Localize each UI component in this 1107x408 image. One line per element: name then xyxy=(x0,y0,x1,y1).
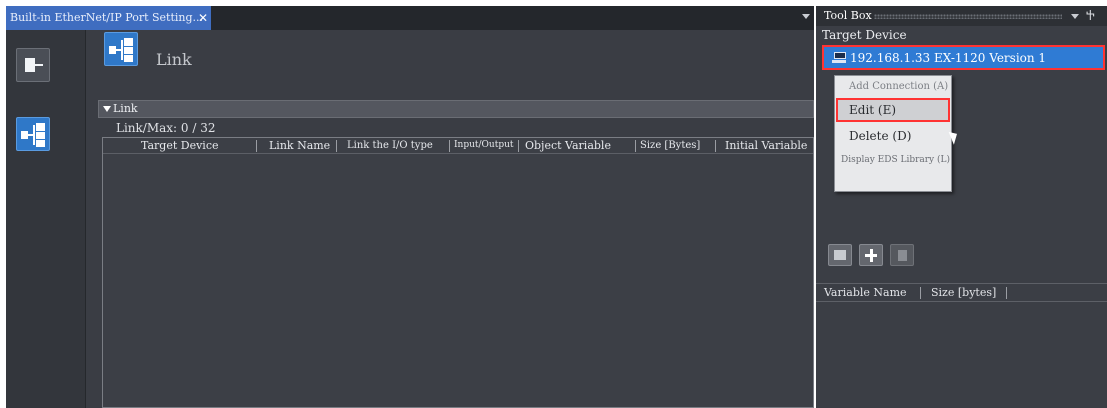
context-menu: Add Connection (A) Edit (E) Delete (D) D… xyxy=(834,75,961,192)
column-size-bytes[interactable]: Size [Bytes] xyxy=(640,140,700,151)
variable-table-header: Variable Name Size [bytes] xyxy=(816,283,1107,302)
page-title: Link xyxy=(156,50,192,69)
link-view-button[interactable] xyxy=(16,117,50,151)
toolbox-title: Tool Box xyxy=(824,9,872,22)
chevron-down-icon[interactable] xyxy=(802,14,810,19)
link-section-header[interactable]: Link xyxy=(98,100,814,118)
pin-icon[interactable]: Ⴕ xyxy=(1086,9,1095,23)
link-header-icon-button xyxy=(104,32,138,66)
chevron-down-icon[interactable] xyxy=(1071,14,1079,19)
device-icon xyxy=(832,52,846,63)
column-input-output[interactable]: Input/Output xyxy=(454,140,514,150)
menu-item-add-connection[interactable]: Add Connection (A) xyxy=(835,76,951,98)
link-icon xyxy=(17,118,49,150)
device-single-button[interactable] xyxy=(16,48,50,82)
device-label: 192.168.1.33 EX-1120 Version 1 xyxy=(850,51,1047,65)
table-header: Target Device Link Name Link the I/O typ… xyxy=(103,138,813,154)
toolbox-pane: Tool Box Ⴕ Target Device 192.168.1.33 EX… xyxy=(816,6,1107,408)
editor-pane: Built-in EtherNet/IP Port Setting... ✕ L… xyxy=(6,6,814,408)
link-count-status: Link/Max: 0 / 32 xyxy=(116,121,216,135)
close-icon[interactable]: ✕ xyxy=(196,6,210,30)
toolbox-header: Tool Box Ⴕ xyxy=(816,6,1107,26)
folder-button[interactable] xyxy=(828,244,852,266)
column-target-device[interactable]: Target Device xyxy=(141,139,219,152)
device-single-icon xyxy=(25,58,35,72)
editor-tab-strip: Built-in EtherNet/IP Port Setting... ✕ xyxy=(6,6,814,30)
column-link-io-type[interactable]: Link the I/O type xyxy=(347,140,433,151)
panel-grip[interactable] xyxy=(874,14,1062,19)
tab-label: Built-in EtherNet/IP Port Setting... xyxy=(10,11,204,24)
column-variable-name[interactable]: Variable Name xyxy=(824,286,907,299)
menu-item-delete[interactable]: Delete (D) xyxy=(835,125,951,147)
column-initial-variable[interactable]: Initial Variable xyxy=(725,139,807,152)
target-device-item[interactable]: 192.168.1.33 EX-1120 Version 1 xyxy=(822,45,1105,70)
delete-button[interactable] xyxy=(890,244,914,266)
link-icon xyxy=(105,33,137,65)
add-button[interactable] xyxy=(859,244,883,266)
side-toolbar xyxy=(6,30,86,408)
section-title: Link xyxy=(113,102,138,115)
column-link-name[interactable]: Link Name xyxy=(269,139,330,152)
menu-item-display-eds-library[interactable]: Display EDS Library (L) xyxy=(835,149,951,171)
collapse-triangle-icon[interactable] xyxy=(103,106,111,112)
menu-item-edit[interactable]: Edit (E) xyxy=(835,99,951,121)
link-table[interactable]: Target Device Link Name Link the I/O typ… xyxy=(102,137,814,408)
folder-icon xyxy=(834,250,846,260)
tab-ethernet-port-setting[interactable]: Built-in EtherNet/IP Port Setting... ✕ xyxy=(6,6,211,30)
delete-icon xyxy=(898,250,907,261)
column-size-bytes[interactable]: Size [bytes] xyxy=(931,286,996,299)
column-object-variable[interactable]: Object Variable xyxy=(525,139,611,152)
target-device-label: Target Device xyxy=(822,28,907,42)
